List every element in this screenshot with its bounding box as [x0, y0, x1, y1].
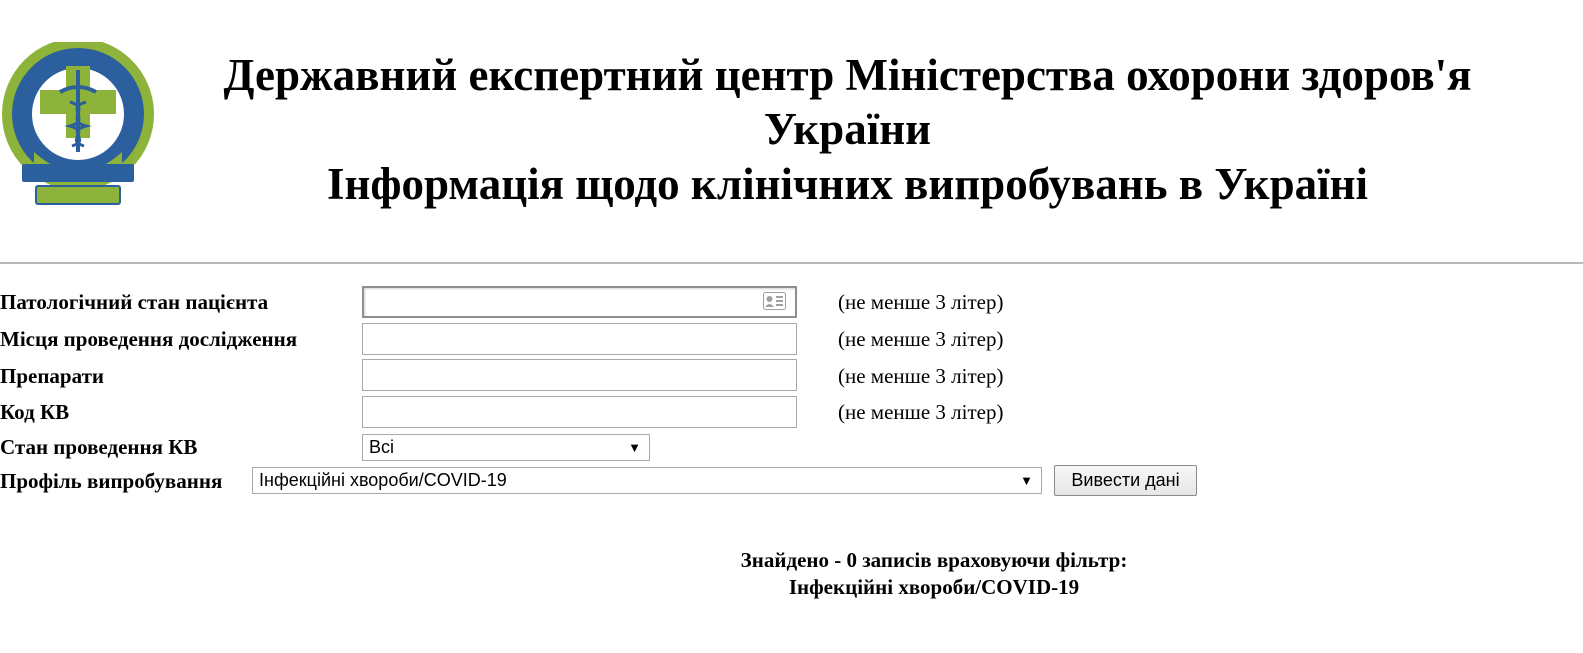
- trial-status-label: Стан проведення КВ: [0, 435, 198, 459]
- drugs-input[interactable]: [362, 359, 797, 391]
- drugs-label: Препарати: [0, 364, 104, 388]
- location-label: Місця проведення дослідження: [0, 327, 298, 351]
- result-filter: Інфекційні хвороби/COVID-19: [788, 575, 1080, 599]
- trial-code-label: Код КВ: [0, 400, 70, 424]
- show-data-button[interactable]: Вивести дані: [1054, 465, 1197, 496]
- site-title-line2: України: [763, 104, 932, 154]
- trial-code-input[interactable]: [362, 396, 797, 428]
- pathology-hint: (не менше 3 літер): [838, 290, 1004, 314]
- chevron-down-icon: ▼: [1020, 473, 1033, 488]
- trial-status-select[interactable]: Всі ▼: [362, 434, 650, 461]
- trial-profile-value: Інфекційні хвороби/COVID-19: [259, 470, 507, 490]
- result-count: Знайдено - 0 записів враховуючи фільтр:: [740, 548, 1128, 572]
- trial-profile-label: Профіль випробування: [0, 469, 223, 493]
- logo: [2, 42, 154, 205]
- location-hint: (не менше 3 літер): [838, 327, 1004, 351]
- chevron-down-icon: ▼: [628, 440, 641, 455]
- header-divider: [0, 262, 1583, 264]
- pathology-input[interactable]: [362, 286, 797, 318]
- trial-status-value: Всі: [369, 437, 395, 457]
- page-title: Інформація щодо клінічних випробувань в …: [326, 159, 1369, 209]
- trial-profile-select[interactable]: Інфекційні хвороби/COVID-19 ▼: [252, 467, 1042, 494]
- contact-card-icon[interactable]: [763, 292, 786, 310]
- site-title-line1: Державний експертний центр Міністерства …: [223, 50, 1472, 100]
- site-title: Державний експертний центр Міністерства …: [170, 48, 1525, 156]
- drugs-hint: (не менше 3 літер): [838, 364, 1004, 388]
- location-input[interactable]: [362, 323, 797, 355]
- pathology-label: Патологічний стан пацієнта: [0, 290, 269, 314]
- trial-code-hint: (не менше 3 літер): [838, 400, 1004, 424]
